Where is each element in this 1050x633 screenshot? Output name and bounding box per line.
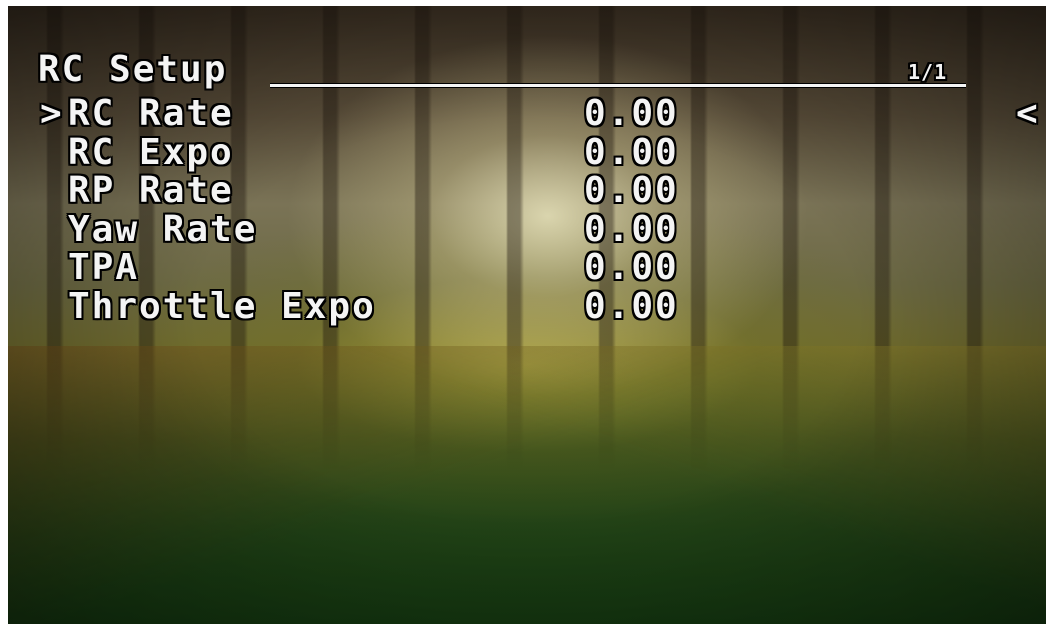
- menu-item-value[interactable]: 0.00: [584, 250, 679, 286]
- page-indicator: 1/1: [908, 60, 948, 84]
- menu-item-value[interactable]: 0.00: [584, 288, 679, 325]
- menu-item-yaw-rate[interactable]: Yaw Rate 0.00: [40, 208, 720, 251]
- menu-item-label: RP Rate: [68, 170, 234, 211]
- menu-item-value[interactable]: 0.00: [584, 211, 679, 248]
- menu-item-rc-expo[interactable]: RC Expo 0.00: [40, 131, 720, 174]
- menu-item-label: RC Expo: [68, 131, 234, 173]
- title-divider: [270, 84, 966, 87]
- menu-item-label: RC Rate: [68, 93, 234, 134]
- menu-item-label: Yaw Rate: [68, 208, 258, 250]
- menu-item-label: TPA: [68, 247, 140, 288]
- selection-cursor-icon: >: [40, 93, 62, 134]
- menu-item-value[interactable]: 0.00: [584, 96, 679, 132]
- menu-title: RC Setup: [38, 49, 228, 90]
- menu-item-value[interactable]: 0.00: [584, 134, 679, 171]
- menu-item-rc-rate[interactable]: > RC Rate 0.00: [40, 96, 720, 135]
- fpv-osd-screen: RC Setup 1/1 > RC Rate 0.00 RC Expo 0.00…: [0, 0, 1050, 633]
- menu-item-value[interactable]: 0.00: [584, 173, 679, 209]
- menu-item-throttle-expo[interactable]: Throttle Expo 0.00: [40, 285, 720, 328]
- rc-setup-menu-list: > RC Rate 0.00 RC Expo 0.00 RP Rate 0.00…: [40, 96, 720, 327]
- menu-item-tpa[interactable]: TPA 0.00: [40, 250, 720, 289]
- menu-item-rp-rate[interactable]: RP Rate 0.00: [40, 173, 720, 212]
- back-chevron-icon[interactable]: <: [1016, 96, 1038, 132]
- menu-item-label: Throttle Expo: [68, 285, 376, 327]
